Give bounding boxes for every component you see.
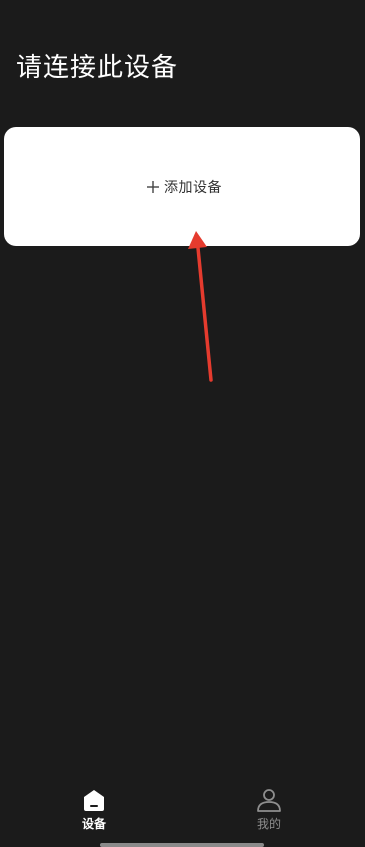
bottom-tab-bar: 设备 我的 — [0, 780, 365, 847]
person-icon — [257, 789, 281, 812]
add-device-label: 添加设备 — [164, 179, 222, 196]
page-title: 请连接此设备 — [16, 53, 179, 83]
tab-devices[interactable]: 设备 — [49, 786, 139, 836]
arrow-shaft — [196, 246, 213, 382]
add-device-content: 添加设备 — [146, 177, 222, 197]
tab-mine[interactable]: 我的 — [224, 786, 314, 836]
add-device-button[interactable]: 添加设备 — [4, 127, 360, 246]
home-indicator — [100, 843, 264, 847]
home-icon — [84, 790, 104, 811]
plus-icon — [147, 180, 159, 193]
tab-mine-label: 我的 — [256, 817, 281, 831]
tab-devices-label: 设备 — [81, 817, 106, 831]
